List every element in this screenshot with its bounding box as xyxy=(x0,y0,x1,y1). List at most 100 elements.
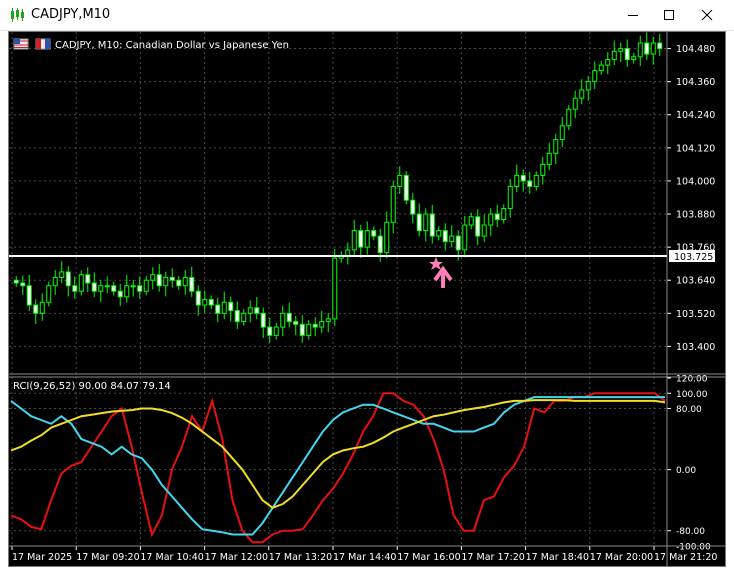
candle-bear xyxy=(91,282,97,292)
price-tick-label: 103.400 xyxy=(676,342,715,353)
time-label: 17 Mar 2025 xyxy=(12,552,72,563)
candle-bear xyxy=(371,230,377,237)
candle-bear xyxy=(228,301,234,312)
price-tick-label: 104.000 xyxy=(676,176,715,187)
candle-bull xyxy=(468,216,474,226)
candle-bear xyxy=(267,326,273,336)
candlestick-app-icon xyxy=(11,8,24,22)
minimize-button[interactable] xyxy=(616,0,650,30)
candle-bear xyxy=(657,42,663,50)
candle-bull xyxy=(559,125,565,141)
candle-bear xyxy=(65,271,71,287)
candle-bull xyxy=(306,323,312,336)
candle-bull xyxy=(488,213,494,226)
candle-bull xyxy=(481,224,487,237)
time-label: 17 Mar 16:00 xyxy=(397,552,460,563)
candle-bull xyxy=(325,318,331,323)
candle-bull xyxy=(78,274,84,292)
candle-bull xyxy=(384,221,390,254)
candle-bull xyxy=(52,276,58,287)
candle-bull xyxy=(423,213,429,232)
candle-bull xyxy=(631,56,637,61)
candle-bear xyxy=(176,279,182,287)
candle-bull xyxy=(540,163,546,176)
candle-bull xyxy=(319,321,325,328)
candle-bull xyxy=(150,274,156,281)
candle-bull xyxy=(592,70,598,83)
candle-bear xyxy=(475,216,481,237)
candle-bear xyxy=(410,199,416,215)
candle-bull xyxy=(364,230,370,248)
candle-bull xyxy=(345,249,351,256)
candle-bull xyxy=(449,235,455,243)
candle-bull xyxy=(273,326,279,336)
time-label: 17 Mar 13:20 xyxy=(269,552,332,563)
candle-bear xyxy=(312,323,318,328)
candle-bull xyxy=(221,301,227,314)
candle-bear xyxy=(20,282,26,287)
candle-bull xyxy=(390,185,396,223)
price-tick-label: 104.480 xyxy=(676,44,715,55)
time-label: 17 Mar 12:00 xyxy=(205,552,268,563)
candle-bear xyxy=(644,42,650,55)
candle-bull xyxy=(397,174,403,187)
close-button[interactable] xyxy=(690,0,724,30)
rci-line-2 xyxy=(10,396,665,536)
indicator-tick-label: -100.00 xyxy=(676,543,711,553)
candle-bear xyxy=(455,235,461,251)
candle-bear xyxy=(299,323,305,336)
chart-window[interactable]: 104.480 104.360 104.240 104.120 104.000 103.8… xyxy=(8,31,726,567)
candle-bear xyxy=(403,174,409,201)
price-axis: 104.480 104.360 104.240 104.120 104.000 103.8… xyxy=(667,44,715,353)
candle-bull xyxy=(247,307,253,314)
candle-bull xyxy=(163,276,169,287)
candle-bear xyxy=(33,304,39,314)
candle-bear xyxy=(254,307,260,314)
maximize-button[interactable] xyxy=(652,0,686,30)
minimize-icon xyxy=(628,15,638,16)
chart-canvas[interactable]: 104.480 104.360 104.240 104.120 104.000 103.8… xyxy=(9,32,725,566)
candle-bear xyxy=(377,235,383,254)
candle-bull xyxy=(143,279,149,292)
price-tick-label: 104.240 xyxy=(676,110,715,121)
candle-bull xyxy=(611,50,617,61)
indicator-tick-label: 0.00 xyxy=(676,466,696,476)
candle-bear xyxy=(117,290,123,298)
price-tick-label: 103.880 xyxy=(676,210,715,221)
price-candles xyxy=(13,32,663,343)
current-price-label: 103.725 xyxy=(674,252,713,263)
indicator-label: RCI(9,26,52) 90.00 84.07 79.14 xyxy=(13,381,171,392)
candle-bear xyxy=(527,180,533,187)
time-label: 17 Mar 17:20 xyxy=(461,552,524,563)
price-tick-label: 104.120 xyxy=(676,143,715,154)
time-label: 17 Mar 21:20 xyxy=(654,552,717,563)
time-label: 17 Mar 20:00 xyxy=(590,552,653,563)
time-label: 17 Mar 14:40 xyxy=(333,552,396,563)
candle-bear xyxy=(215,304,221,314)
candle-bear xyxy=(293,321,299,325)
candle-bear xyxy=(156,274,162,287)
candle-bear xyxy=(416,213,422,232)
candle-bear xyxy=(520,174,526,182)
window-titlebar: CADJPY,M10 xyxy=(0,0,734,31)
candle-bear xyxy=(13,279,19,284)
candle-bull xyxy=(566,108,572,127)
candle-bull xyxy=(605,59,611,66)
candle-bear xyxy=(494,213,500,221)
candle-bull xyxy=(579,89,585,99)
time-label: 17 Mar 10:40 xyxy=(140,552,203,563)
candle-bull xyxy=(280,312,286,328)
candle-bull xyxy=(507,185,513,210)
candle-bull xyxy=(332,257,338,320)
candle-bull xyxy=(39,301,45,314)
candle-bull xyxy=(182,276,188,287)
rci-indicator: 120.00 100.00 80.00 0.00 -80.00 -100.00 xyxy=(10,375,711,553)
candle-bear xyxy=(72,285,78,292)
candle-bull xyxy=(650,42,656,55)
maximize-icon xyxy=(664,10,674,20)
candle-bear xyxy=(195,290,201,306)
time-label: 17 Mar 09:20 xyxy=(76,552,139,563)
candle-bull xyxy=(46,285,52,303)
symbol-description: CADJPY, M10: Canadian Dollar vs Japanese… xyxy=(55,40,289,51)
candle-bull xyxy=(124,285,130,298)
